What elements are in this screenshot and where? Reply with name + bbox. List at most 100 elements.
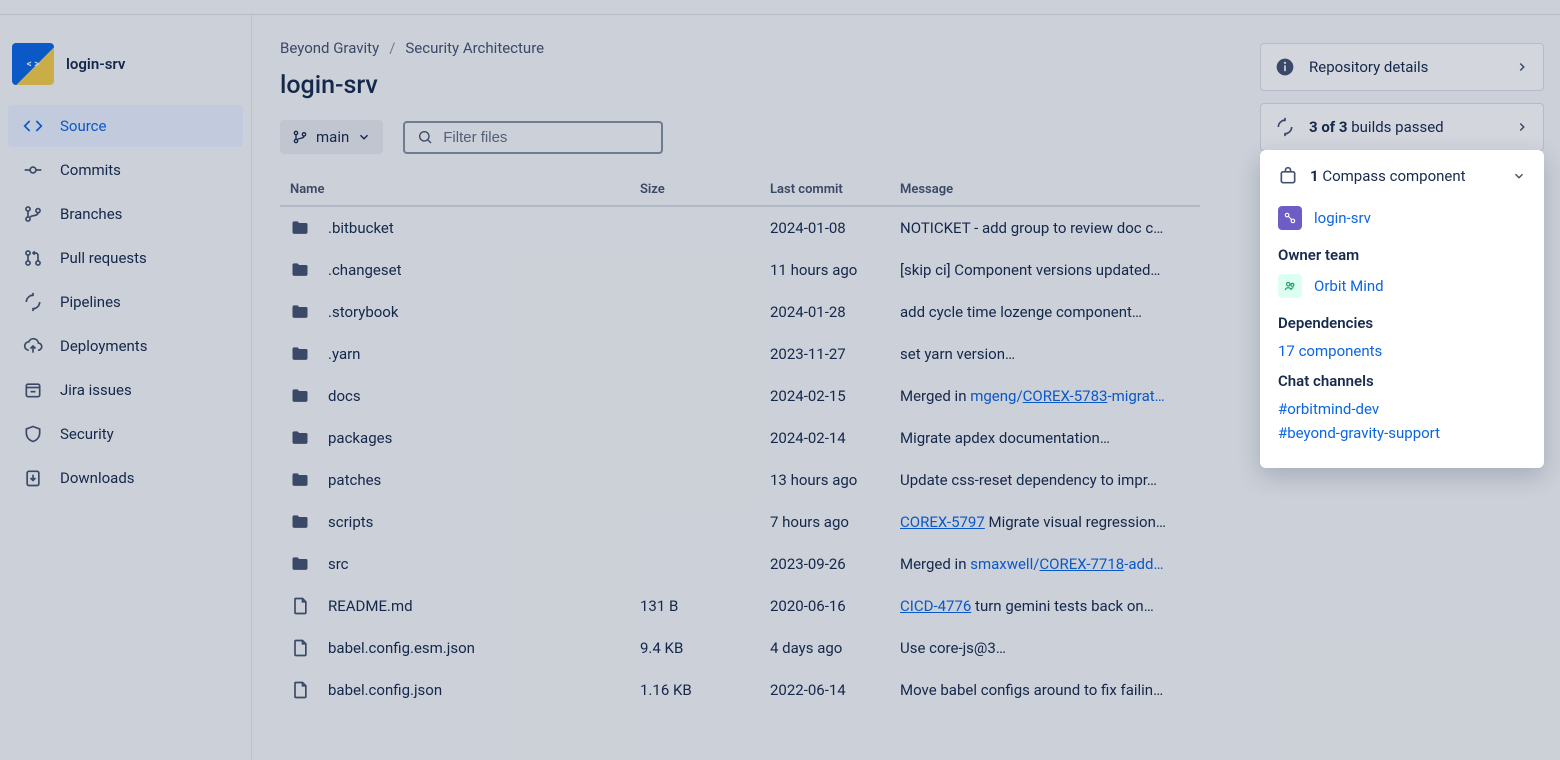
sidebar-item-jira-issues[interactable]: Jira issues xyxy=(8,369,243,411)
row-last-commit: 7 hours ago xyxy=(770,513,900,531)
row-name: patches xyxy=(328,471,381,489)
sidebar-item-label: Downloads xyxy=(60,469,135,487)
folder-icon xyxy=(290,260,312,280)
chevron-right-icon xyxy=(1515,120,1529,134)
row-last-commit: 2024-01-28 xyxy=(770,303,900,321)
table-row[interactable]: packages 2024-02-14 Migrate apdex docume… xyxy=(280,417,1200,459)
chat-channels-label: Chat channels xyxy=(1278,372,1526,390)
sidebar-item-label: Pipelines xyxy=(60,293,121,311)
download-icon xyxy=(22,467,44,489)
sidebar-item-label: Branches xyxy=(60,205,122,223)
table-row[interactable]: .changeset 11 hours ago [skip ci] Compon… xyxy=(280,249,1200,291)
row-msg: Update css-reset dependency to impr… xyxy=(900,471,1157,489)
table-row[interactable]: .yarn 2023-11-27 set yarn version… xyxy=(280,333,1200,375)
info-icon xyxy=(1275,56,1297,78)
table-row[interactable]: babel.config.esm.json 9.4 KB 4 days ago … xyxy=(280,627,1200,669)
issue-link[interactable]: COREX-5783 xyxy=(1023,387,1108,405)
row-last-commit: 11 hours ago xyxy=(770,261,900,279)
table-header: Name Size Last commit Message xyxy=(280,174,1200,207)
row-msg: Migrate apdex documentation… xyxy=(900,429,1110,447)
row-name: README.md xyxy=(328,597,413,615)
sidebar-item-label: Deployments xyxy=(60,337,147,355)
folder-icon xyxy=(290,512,312,532)
sidebar-item-security[interactable]: Security xyxy=(8,413,243,455)
issue-link[interactable]: COREX-7718 xyxy=(1039,555,1124,573)
chat-channel-2[interactable]: #beyond-gravity-support xyxy=(1278,424,1526,442)
toolbar: main xyxy=(280,120,1232,154)
table-row[interactable]: babel.config.json 1.16 KB 2022-06-14 Mov… xyxy=(280,669,1200,711)
row-msg-pre: Merged in xyxy=(900,387,970,405)
th-last: Last commit xyxy=(770,182,900,197)
row-name: .yarn xyxy=(328,345,360,363)
breadcrumb: Beyond Gravity / Security Architecture xyxy=(280,39,1232,57)
table-row[interactable]: .storybook 2024-01-28 add cycle time loz… xyxy=(280,291,1200,333)
sidebar-item-label: Pull requests xyxy=(60,249,147,267)
row-last-commit: 4 days ago xyxy=(770,639,900,657)
repo-details-card[interactable]: Repository details xyxy=(1260,43,1544,91)
compass-component-link[interactable]: login-srv xyxy=(1278,206,1526,230)
table-row[interactable]: src 2023-09-26 Merged in smaxwell/COREX-… xyxy=(280,543,1200,585)
user-link[interactable]: mgeng/ xyxy=(970,387,1022,405)
row-last-commit: 13 hours ago xyxy=(770,471,900,489)
breadcrumb-project[interactable]: Security Architecture xyxy=(405,39,544,57)
issue-link[interactable]: COREX-5797 xyxy=(900,513,985,531)
compass-icon xyxy=(1278,166,1298,186)
sidebar-item-label: Commits xyxy=(60,161,121,179)
row-name: src xyxy=(328,555,349,573)
owner-team-name: Orbit Mind xyxy=(1314,277,1384,295)
table-row[interactable]: scripts 7 hours ago COREX-5797 Migrate v… xyxy=(280,501,1200,543)
row-last-commit: 2022-06-14 xyxy=(770,681,900,699)
sidebar-item-downloads[interactable]: Downloads xyxy=(8,457,243,499)
th-msg: Message xyxy=(900,182,1190,197)
row-msg: [skip ci] Component versions updated… xyxy=(900,261,1160,279)
row-last-commit: 2020-06-16 xyxy=(770,597,900,615)
chevron-right-icon xyxy=(1515,60,1529,74)
row-msg: NOTICKET - add group to review doc c… xyxy=(900,219,1163,237)
table-row[interactable]: .bitbucket 2024-01-08 NOTICKET - add gro… xyxy=(280,207,1200,249)
row-msg-rest: -migrat… xyxy=(1107,387,1164,405)
chevron-down-icon xyxy=(357,130,371,144)
chat-channel-1[interactable]: #orbitmind-dev xyxy=(1278,400,1526,418)
branch-icon xyxy=(22,203,44,225)
filter-input[interactable] xyxy=(443,129,649,146)
sidebar-item-commits[interactable]: Commits xyxy=(8,149,243,191)
file-icon xyxy=(290,680,312,700)
commit-icon xyxy=(22,159,44,181)
builds-card[interactable]: 3 of 3 builds passed xyxy=(1260,103,1544,151)
dependencies-link[interactable]: 17 components xyxy=(1278,342,1526,360)
th-size: Size xyxy=(640,182,770,197)
row-size: 131 B xyxy=(640,597,770,615)
table-row[interactable]: docs 2024-02-15 Merged in mgeng/COREX-57… xyxy=(280,375,1200,417)
dependencies-label: Dependencies xyxy=(1278,314,1526,332)
folder-icon xyxy=(290,218,312,238)
row-name: .storybook xyxy=(328,303,398,321)
row-msg-pre: Merged in xyxy=(900,555,970,573)
row-name: .bitbucket xyxy=(328,219,394,237)
sidebar-item-deployments[interactable]: Deployments xyxy=(8,325,243,367)
row-name: .changeset xyxy=(328,261,402,279)
row-last-commit: 2024-01-08 xyxy=(770,219,900,237)
branch-selector[interactable]: main xyxy=(280,120,383,154)
sidebar-item-pipelines[interactable]: Pipelines xyxy=(8,281,243,323)
table-row[interactable]: README.md 131 B 2020-06-16 CICD-4776 tur… xyxy=(280,585,1200,627)
jira-icon xyxy=(22,379,44,401)
component-name: login-srv xyxy=(1314,209,1371,227)
sidebar-item-branches[interactable]: Branches xyxy=(8,193,243,235)
user-link[interactable]: smaxwell/ xyxy=(970,555,1039,573)
compass-header[interactable]: 1 Compass component xyxy=(1278,166,1526,186)
owner-team-link[interactable]: Orbit Mind xyxy=(1278,274,1526,298)
breadcrumb-org[interactable]: Beyond Gravity xyxy=(280,39,379,57)
sidebar-item-label: Source xyxy=(60,117,106,135)
branch-icon xyxy=(292,129,308,145)
branch-label: main xyxy=(316,128,349,146)
row-name: babel.config.esm.json xyxy=(328,639,475,657)
builds-text: 3 of 3 builds passed xyxy=(1309,118,1444,136)
table-row[interactable]: patches 13 hours ago Update css-reset de… xyxy=(280,459,1200,501)
folder-icon xyxy=(290,554,312,574)
sidebar-item-pull-requests[interactable]: Pull requests xyxy=(8,237,243,279)
filter-input-wrap[interactable] xyxy=(403,121,663,154)
row-msg: Use core-js@3… xyxy=(900,639,1006,657)
sidebar-item-source[interactable]: Source xyxy=(8,105,243,147)
search-icon xyxy=(417,129,433,145)
issue-link[interactable]: CICD-4776 xyxy=(900,597,971,615)
